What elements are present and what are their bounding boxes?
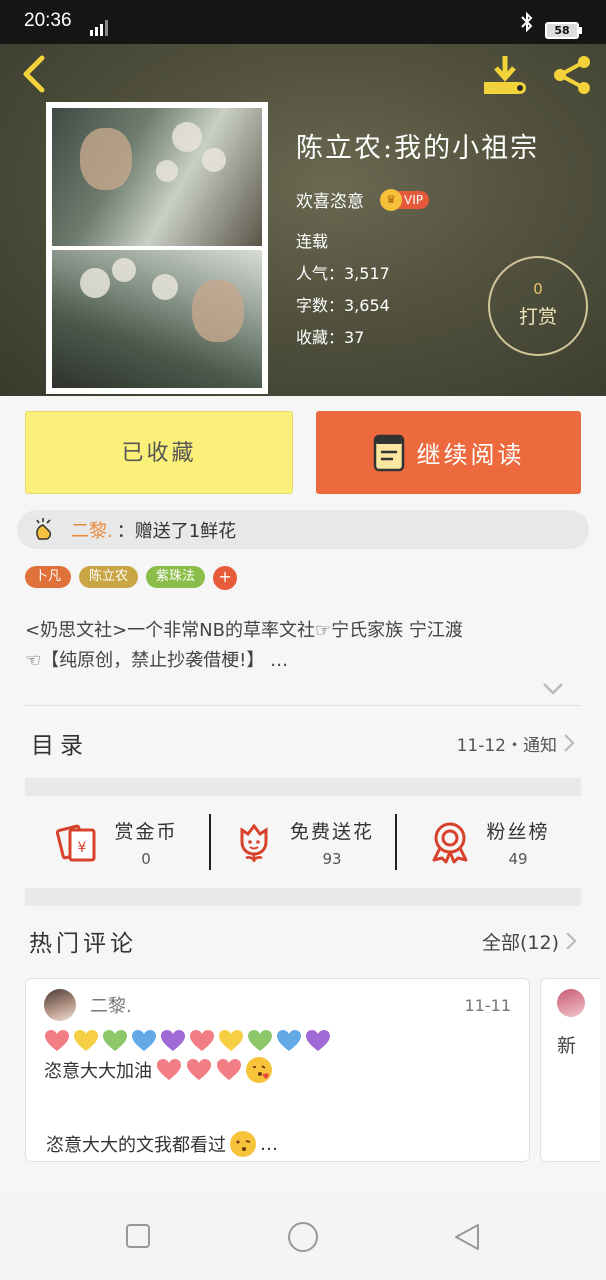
kiss-emoji-icon xyxy=(246,1057,272,1083)
heart-emoji-row xyxy=(44,1029,511,1053)
comment-text: 恣意大大的文我都看过 xyxy=(46,1135,226,1156)
vip-badge: ♛ VIP xyxy=(380,188,429,211)
comment-line: 恣意大大的文我都看过 … xyxy=(46,1131,278,1157)
stat-label: 赏金币 xyxy=(114,820,178,843)
comment-line: 恣意大大加油 xyxy=(44,1057,511,1083)
tag-list: 卜凡 陈立农 紫珠法 + xyxy=(25,566,238,590)
tag-item[interactable]: 紫珠法 xyxy=(146,566,206,588)
heart-icon xyxy=(190,1030,214,1051)
favorited-button[interactable]: 已收藏 xyxy=(25,411,293,494)
description-line: ☜【纯原创，禁止抄袭借梗!】 … xyxy=(25,650,289,671)
bluetooth-icon xyxy=(521,11,533,33)
signal-icon xyxy=(90,20,108,36)
svg-text:¥: ¥ xyxy=(78,840,87,856)
divider xyxy=(25,705,581,706)
author-name[interactable]: 欢喜恣意 xyxy=(296,187,364,212)
heart-icon xyxy=(45,1030,69,1051)
clap-icon xyxy=(36,517,52,540)
crown-icon: ♛ xyxy=(380,188,402,211)
heart-icon xyxy=(187,1059,211,1080)
heart-icon xyxy=(248,1030,272,1051)
heart-icon xyxy=(103,1030,127,1051)
comment-text: 新 xyxy=(557,1035,577,1057)
all-comments-link[interactable]: 全部(12) xyxy=(482,928,577,955)
heart-icon xyxy=(161,1030,185,1051)
stat-fans[interactable]: 粉丝榜 49 xyxy=(397,817,581,868)
stats-row: ¥ 赏金币 0 免费送花 93 粉丝榜 49 xyxy=(25,796,581,888)
chevron-right-icon xyxy=(566,932,577,950)
medal-icon xyxy=(432,822,468,864)
chevron-down-icon[interactable] xyxy=(540,680,566,698)
toc-label: 目录 xyxy=(31,733,89,759)
stat-coins[interactable]: ¥ 赏金币 0 xyxy=(25,817,209,868)
chevron-right-icon xyxy=(564,734,575,752)
reward-button[interactable]: 0 打赏 xyxy=(488,256,588,356)
download-icon[interactable] xyxy=(482,54,528,96)
heart-icon xyxy=(74,1030,98,1051)
author-row: 欢喜恣意 ♛ VIP xyxy=(296,187,539,212)
tag-item[interactable]: 陈立农 xyxy=(79,566,139,588)
continue-reading-label: 继续阅读 xyxy=(416,441,525,469)
status-time: 20:36 xyxy=(24,10,72,31)
continue-reading-button[interactable]: 继续阅读 xyxy=(316,411,581,494)
comment-date: 11-11 xyxy=(464,995,512,1015)
heart-icon xyxy=(219,1030,243,1051)
heart-icon xyxy=(217,1059,241,1080)
stat-value: 49 xyxy=(508,849,528,868)
gift-user[interactable]: 二黎. xyxy=(71,517,113,543)
reward-label: 打赏 xyxy=(518,306,557,328)
system-navigation-bar xyxy=(0,1196,606,1280)
comment-user[interactable]: 二黎. xyxy=(90,992,132,1018)
book-icon xyxy=(373,434,404,471)
gift-notice: 二黎. ：赠送了1鲜花 xyxy=(17,510,589,549)
description-line: <奶思文社>一个非常NB的草率文社☞宁氏家族 宁江渡 xyxy=(25,620,463,641)
kiss-emoji-icon xyxy=(230,1131,256,1157)
comment-ellipsis: … xyxy=(260,1133,278,1155)
cover-photo-bottom xyxy=(52,250,262,388)
back-icon[interactable] xyxy=(16,54,52,94)
book-cover[interactable] xyxy=(46,102,268,394)
battery-indicator: 58 xyxy=(545,22,582,39)
section-separator xyxy=(25,778,581,796)
toc-latest: 11-12・通知 xyxy=(456,735,557,756)
stat-value: 93 xyxy=(322,849,342,868)
gift-text: ：赠送了1鲜花 xyxy=(116,520,237,542)
heart-icon xyxy=(277,1030,301,1051)
recent-apps-icon[interactable] xyxy=(124,1222,152,1250)
cover-photo-top xyxy=(52,108,262,246)
comment-text: 恣意大大加油 xyxy=(44,1061,152,1082)
avatar[interactable] xyxy=(557,989,585,1017)
home-icon[interactable] xyxy=(286,1220,320,1254)
all-comments-label: 全部(12) xyxy=(481,931,559,954)
add-tag-button[interactable]: + xyxy=(213,566,238,590)
red-envelope-icon: ¥ xyxy=(56,824,96,862)
flower-icon xyxy=(240,823,268,862)
section-separator xyxy=(25,888,581,906)
book-title: 陈立农:我的小祖宗 xyxy=(296,133,540,164)
comment-card[interactable]: 二黎. 11-11 恣意大大加油 恣意大大的文我都看过 … xyxy=(25,978,530,1162)
stat-label: 免费送花 xyxy=(289,820,374,843)
tag-item[interactable]: 卜凡 xyxy=(25,566,72,588)
comment-card[interactable]: 新 xyxy=(540,978,600,1162)
book-status: 连载 xyxy=(296,232,329,251)
book-header: 陈立农:我的小祖宗 欢喜恣意 ♛ VIP 连载 人气：3,517 字数：3,65… xyxy=(0,44,606,396)
stat-value: 0 xyxy=(141,849,151,868)
hot-comments-header: 热门评论 全部(12) xyxy=(25,906,581,976)
heart-icon xyxy=(132,1030,156,1051)
heart-icon xyxy=(306,1030,330,1051)
reward-count: 0 xyxy=(533,280,543,298)
share-icon[interactable] xyxy=(550,54,596,96)
back-nav-icon[interactable] xyxy=(452,1222,482,1252)
stat-flowers[interactable]: 免费送花 93 xyxy=(211,817,395,868)
table-of-contents-row[interactable]: 目录 11-12・通知 xyxy=(25,708,581,778)
stat-label: 粉丝榜 xyxy=(486,820,550,843)
avatar[interactable] xyxy=(44,989,76,1021)
heart-icon xyxy=(157,1059,181,1080)
book-description[interactable]: <奶思文社>一个非常NB的草率文社☞宁氏家族 宁江渡 ☜【纯原创，禁止抄袭借梗!… xyxy=(25,616,585,676)
hot-comments-title: 热门评论 xyxy=(29,931,137,957)
status-bar: 20:36 58 xyxy=(0,0,606,44)
